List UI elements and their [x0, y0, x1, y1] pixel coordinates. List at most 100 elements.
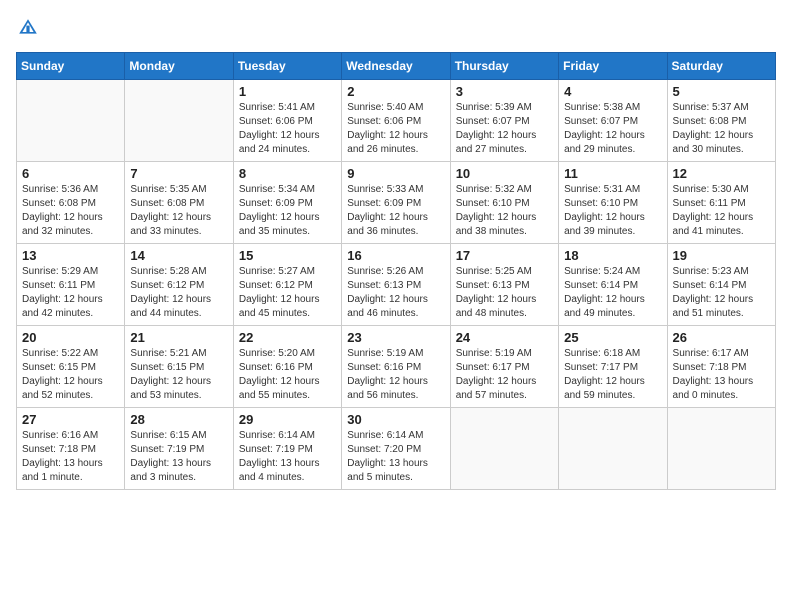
- calendar-cell: 25 Sunrise: 6:18 AM Sunset: 7:17 PM Dayli…: [559, 326, 667, 408]
- day-number: 8: [239, 166, 336, 181]
- day-number: 24: [456, 330, 553, 345]
- cell-text: Sunrise: 5:41 AM Sunset: 6:06 PM Dayligh…: [239, 101, 336, 157]
- cell-text: Sunrise: 6:14 AM Sunset: 7:20 PM Dayligh…: [347, 429, 444, 485]
- calendar-cell: 20 Sunrise: 5:22 AM Sunset: 6:15 PM Dayli…: [17, 326, 125, 408]
- day-number: 1: [239, 84, 336, 99]
- cell-text: Sunrise: 5:31 AM Sunset: 6:10 PM Dayligh…: [564, 183, 661, 239]
- calendar-cell: 13 Sunrise: 5:29 AM Sunset: 6:11 PM Dayli…: [17, 244, 125, 326]
- calendar-cell: 10Sunrise: 5:32 AM Sunset: 6:10 PM Dayli…: [450, 162, 558, 244]
- weekday-header: Wednesday: [342, 53, 450, 80]
- cell-text: Sunrise: 5:19 AM Sunset: 6:17 PM Dayligh…: [456, 347, 553, 403]
- calendar-cell: 15 Sunrise: 5:27 AM Sunset: 6:12 PM Dayli…: [233, 244, 341, 326]
- calendar-cell: 19 Sunrise: 5:23 AM Sunset: 6:14 PM Dayli…: [667, 244, 775, 326]
- day-number: 10: [456, 166, 553, 181]
- cell-text: Sunrise: 5:23 AM Sunset: 6:14 PM Dayligh…: [673, 265, 770, 321]
- day-number: 26: [673, 330, 770, 345]
- cell-text: Sunrise: 5:22 AM Sunset: 6:15 PM Dayligh…: [22, 347, 119, 403]
- cell-text: Sunrise: 5:35 AM Sunset: 6:08 PM Dayligh…: [130, 183, 227, 239]
- calendar-cell: 26 Sunrise: 6:17 AM Sunset: 7:18 PM Dayli…: [667, 326, 775, 408]
- cell-text: Sunrise: 5:36 AM Sunset: 6:08 PM Dayligh…: [22, 183, 119, 239]
- day-number: 13: [22, 248, 119, 263]
- calendar-cell: 21Sunrise: 5:21 AM Sunset: 6:15 PM Dayli…: [125, 326, 233, 408]
- calendar-week-row: 6 Sunrise: 5:36 AM Sunset: 6:08 PM Daylig…: [17, 162, 776, 244]
- calendar-cell: 5 Sunrise: 5:37 AM Sunset: 6:08 PM Daylig…: [667, 80, 775, 162]
- calendar-cell: [17, 80, 125, 162]
- day-number: 9: [347, 166, 444, 181]
- weekday-header: Tuesday: [233, 53, 341, 80]
- calendar-cell: 24 Sunrise: 5:19 AM Sunset: 6:17 PM Dayli…: [450, 326, 558, 408]
- calendar-cell: 14Sunrise: 5:28 AM Sunset: 6:12 PM Dayli…: [125, 244, 233, 326]
- cell-text: Sunrise: 5:21 AM Sunset: 6:15 PM Dayligh…: [130, 347, 227, 403]
- day-number: 18: [564, 248, 661, 263]
- calendar-cell: 29 Sunrise: 6:14 AM Sunset: 7:19 PM Dayli…: [233, 408, 341, 490]
- calendar-cell: 11Sunrise: 5:31 AM Sunset: 6:10 PM Dayli…: [559, 162, 667, 244]
- calendar-cell: 3 Sunrise: 5:39 AM Sunset: 6:07 PM Daylig…: [450, 80, 558, 162]
- cell-text: Sunrise: 5:39 AM Sunset: 6:07 PM Dayligh…: [456, 101, 553, 157]
- cell-text: Sunrise: 6:18 AM Sunset: 7:17 PM Dayligh…: [564, 347, 661, 403]
- calendar-cell: 22 Sunrise: 5:20 AM Sunset: 6:16 PM Dayli…: [233, 326, 341, 408]
- day-number: 3: [456, 84, 553, 99]
- weekday-header: Friday: [559, 53, 667, 80]
- calendar-cell: 18 Sunrise: 5:24 AM Sunset: 6:14 PM Dayli…: [559, 244, 667, 326]
- day-number: 29: [239, 412, 336, 427]
- day-number: 7: [130, 166, 227, 181]
- day-number: 12: [673, 166, 770, 181]
- cell-text: Sunrise: 5:29 AM Sunset: 6:11 PM Dayligh…: [22, 265, 119, 321]
- day-number: 19: [673, 248, 770, 263]
- calendar-cell: 28 Sunrise: 6:15 AM Sunset: 7:19 PM Dayli…: [125, 408, 233, 490]
- cell-text: Sunrise: 5:20 AM Sunset: 6:16 PM Dayligh…: [239, 347, 336, 403]
- cell-text: Sunrise: 5:37 AM Sunset: 6:08 PM Dayligh…: [673, 101, 770, 157]
- day-number: 17: [456, 248, 553, 263]
- cell-text: Sunrise: 5:26 AM Sunset: 6:13 PM Dayligh…: [347, 265, 444, 321]
- calendar-cell: 4 Sunrise: 5:38 AM Sunset: 6:07 PM Daylig…: [559, 80, 667, 162]
- calendar-cell: 30 Sunrise: 6:14 AM Sunset: 7:20 PM Dayli…: [342, 408, 450, 490]
- weekday-header: Saturday: [667, 53, 775, 80]
- day-number: 27: [22, 412, 119, 427]
- logo: [16, 16, 44, 40]
- cell-text: Sunrise: 5:34 AM Sunset: 6:09 PM Dayligh…: [239, 183, 336, 239]
- day-number: 16: [347, 248, 444, 263]
- page-header: [16, 16, 776, 40]
- day-number: 5: [673, 84, 770, 99]
- day-number: 30: [347, 412, 444, 427]
- day-number: 14: [130, 248, 227, 263]
- day-number: 4: [564, 84, 661, 99]
- calendar-table: SundayMondayTuesdayWednesdayThursdayFrid…: [16, 52, 776, 490]
- weekday-header: Sunday: [17, 53, 125, 80]
- cell-text: Sunrise: 6:14 AM Sunset: 7:19 PM Dayligh…: [239, 429, 336, 485]
- day-number: 28: [130, 412, 227, 427]
- day-number: 22: [239, 330, 336, 345]
- day-number: 2: [347, 84, 444, 99]
- calendar-cell: [450, 408, 558, 490]
- cell-text: Sunrise: 6:17 AM Sunset: 7:18 PM Dayligh…: [673, 347, 770, 403]
- calendar-cell: [125, 80, 233, 162]
- cell-text: Sunrise: 5:27 AM Sunset: 6:12 PM Dayligh…: [239, 265, 336, 321]
- cell-text: Sunrise: 5:30 AM Sunset: 6:11 PM Dayligh…: [673, 183, 770, 239]
- calendar-cell: 23Sunrise: 5:19 AM Sunset: 6:16 PM Dayli…: [342, 326, 450, 408]
- logo-icon: [16, 16, 40, 40]
- cell-text: Sunrise: 5:40 AM Sunset: 6:06 PM Dayligh…: [347, 101, 444, 157]
- calendar-cell: 16 Sunrise: 5:26 AM Sunset: 6:13 PM Dayli…: [342, 244, 450, 326]
- calendar-cell: 7 Sunrise: 5:35 AM Sunset: 6:08 PM Daylig…: [125, 162, 233, 244]
- cell-text: Sunrise: 6:16 AM Sunset: 7:18 PM Dayligh…: [22, 429, 119, 485]
- cell-text: Sunrise: 5:38 AM Sunset: 6:07 PM Dayligh…: [564, 101, 661, 157]
- day-number: 15: [239, 248, 336, 263]
- calendar-cell: [559, 408, 667, 490]
- cell-text: Sunrise: 6:15 AM Sunset: 7:19 PM Dayligh…: [130, 429, 227, 485]
- cell-text: Sunrise: 5:24 AM Sunset: 6:14 PM Dayligh…: [564, 265, 661, 321]
- calendar-cell: 2 Sunrise: 5:40 AM Sunset: 6:06 PM Daylig…: [342, 80, 450, 162]
- day-number: 25: [564, 330, 661, 345]
- weekday-header: Monday: [125, 53, 233, 80]
- day-number: 6: [22, 166, 119, 181]
- cell-text: Sunrise: 5:19 AM Sunset: 6:16 PM Dayligh…: [347, 347, 444, 403]
- calendar-week-row: 20 Sunrise: 5:22 AM Sunset: 6:15 PM Dayli…: [17, 326, 776, 408]
- cell-text: Sunrise: 5:33 AM Sunset: 6:09 PM Dayligh…: [347, 183, 444, 239]
- calendar-week-row: 27 Sunrise: 6:16 AM Sunset: 7:18 PM Dayli…: [17, 408, 776, 490]
- cell-text: Sunrise: 5:25 AM Sunset: 6:13 PM Dayligh…: [456, 265, 553, 321]
- calendar-header-row: SundayMondayTuesdayWednesdayThursdayFrid…: [17, 53, 776, 80]
- day-number: 20: [22, 330, 119, 345]
- weekday-header: Thursday: [450, 53, 558, 80]
- calendar-cell: 27 Sunrise: 6:16 AM Sunset: 7:18 PM Dayli…: [17, 408, 125, 490]
- calendar-cell: 1 Sunrise: 5:41 AM Sunset: 6:06 PM Daylig…: [233, 80, 341, 162]
- calendar-cell: 8 Sunrise: 5:34 AM Sunset: 6:09 PM Daylig…: [233, 162, 341, 244]
